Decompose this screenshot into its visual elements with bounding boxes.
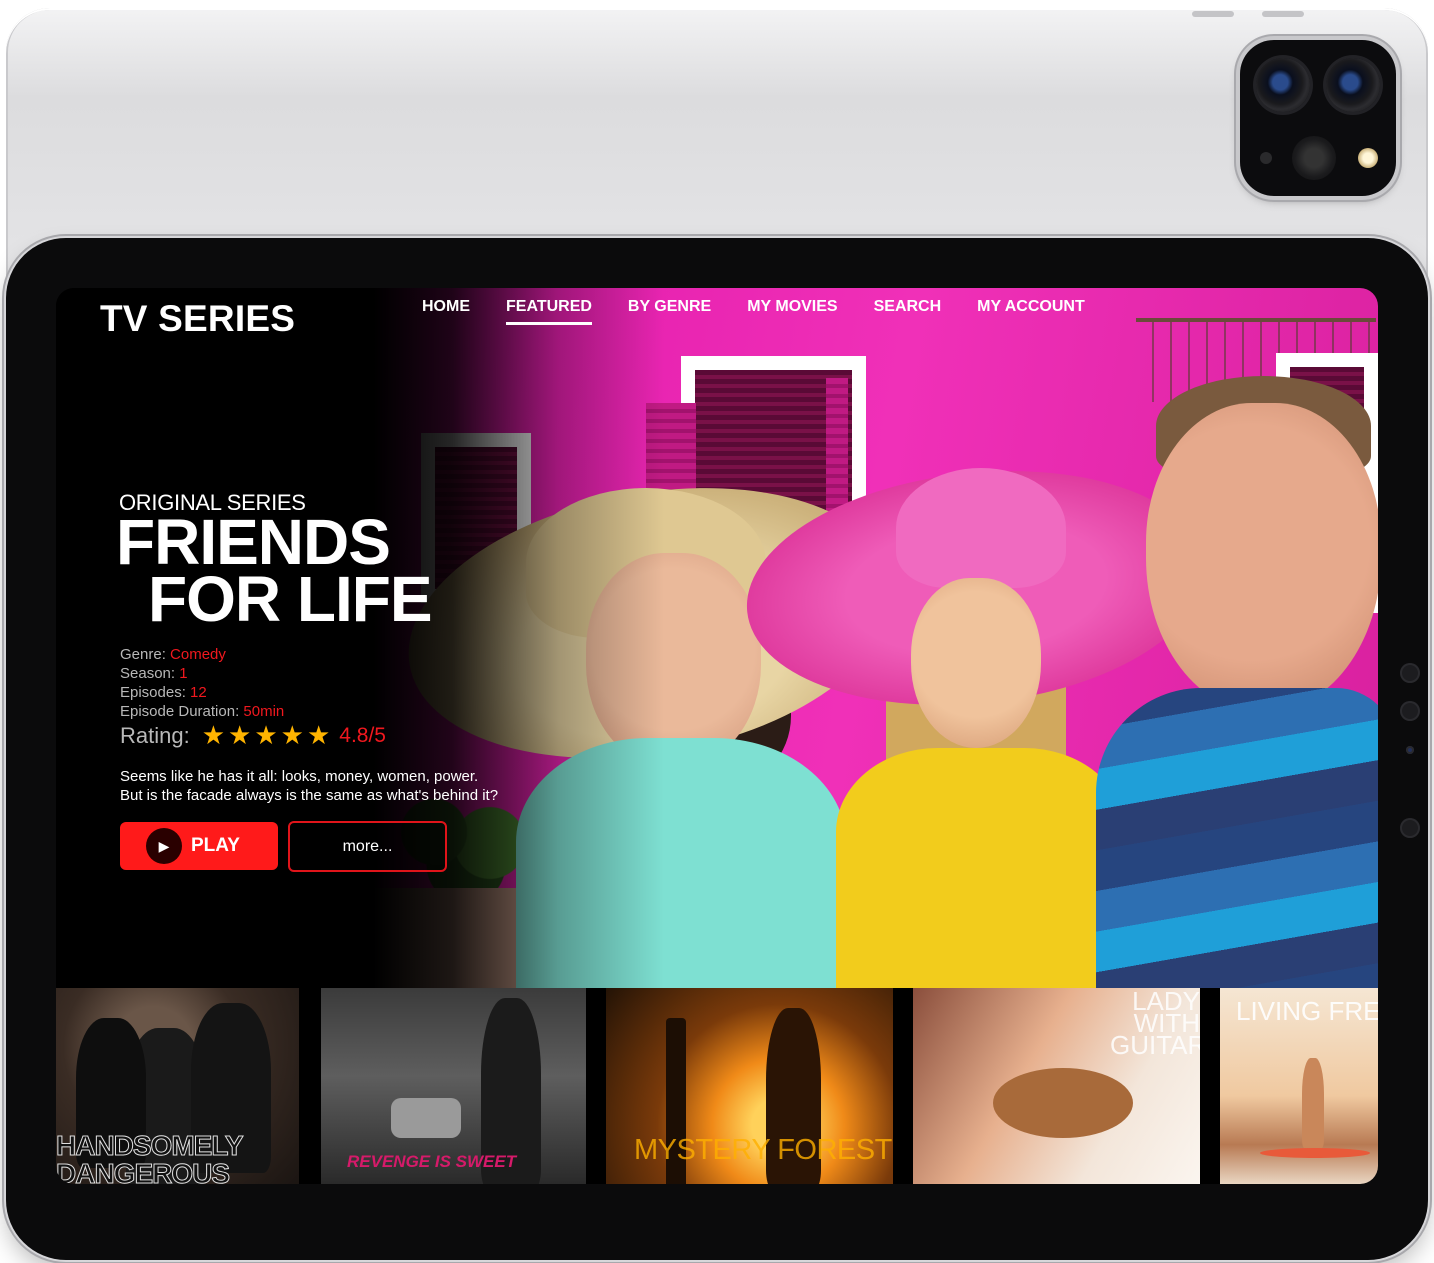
nav-by-genre[interactable]: BY GENRE	[628, 298, 711, 325]
play-icon: ▶	[146, 828, 182, 864]
flash	[1358, 148, 1378, 168]
nav-home[interactable]: HOME	[422, 298, 470, 325]
thumbnail-title: REVENGE IS SWEET	[347, 1152, 517, 1171]
thumbnail-revenge-is-sweet[interactable]: REVENGE IS SWEET	[321, 988, 586, 1184]
star-icon: ★	[228, 720, 252, 750]
volume-button	[1192, 11, 1234, 17]
meta-value: 12	[190, 684, 207, 701]
star-icon: ★	[201, 720, 226, 750]
meta-duration: Episode Duration: 50min	[120, 702, 284, 721]
lidar-sensor	[1292, 136, 1336, 180]
app-screen: TV SERIES HOME FEATURED BY GENRE MY MOVI…	[56, 288, 1378, 1184]
play-button[interactable]: ▶ PLAY	[120, 822, 278, 870]
volume-button	[1262, 11, 1304, 17]
side-button	[1400, 818, 1420, 838]
thumbnail-title: LADY WITH GUITAR	[1110, 988, 1200, 1060]
thumbnail-title: MYSTERY FOREST	[634, 1134, 892, 1166]
rating-label: Rating:	[120, 722, 190, 748]
app-title: TV SERIES	[100, 298, 296, 339]
thumbnail-title: LIVING FREE	[1236, 996, 1378, 1026]
side-button	[1400, 701, 1420, 721]
camera-lens	[1256, 58, 1310, 112]
meta-episodes: Episodes: 12	[120, 683, 284, 702]
meta-season: Season: 1	[120, 664, 284, 683]
nav-search[interactable]: SEARCH	[874, 298, 942, 325]
hero-image	[56, 288, 1378, 988]
synopsis-line: But is the facade always is the same as …	[120, 787, 499, 804]
more-button[interactable]: more...	[288, 821, 447, 872]
nav-featured[interactable]: FEATURED	[506, 298, 592, 325]
main-nav: HOME FEATURED BY GENRE MY MOVIES SEARCH …	[422, 298, 1121, 325]
rating-stars: ★ ★ ★ ★ ★	[202, 720, 334, 751]
series-meta: Genre: Comedy Season: 1 Episodes: 12 Epi…	[120, 645, 284, 721]
rating: Rating: ★ ★ ★ ★ ★ 4.8/5	[120, 720, 386, 751]
nav-my-account[interactable]: MY ACCOUNT	[977, 298, 1085, 325]
thumbnail-living-free[interactable]: LIVING FREE	[1220, 988, 1378, 1184]
meta-value: Comedy	[170, 646, 226, 663]
series-title: FRIENDS FOR LIFE	[116, 510, 433, 635]
meta-label: Episodes:	[120, 684, 186, 701]
nav-my-movies[interactable]: MY MOVIES	[747, 298, 837, 325]
synopsis-line: Seems like he has it all: looks, money, …	[120, 768, 479, 785]
camera-lens	[1326, 58, 1380, 112]
rating-value: 4.8/5	[339, 723, 386, 747]
star-icon: ★	[254, 720, 278, 750]
star-icon: ★	[280, 720, 304, 750]
meta-value: 50min	[243, 703, 285, 720]
hero-gradient	[56, 288, 1378, 988]
meta-label: Episode Duration:	[120, 703, 240, 720]
meta-label: Season:	[120, 665, 176, 682]
thumbnail-mystery-forest[interactable]: MYSTERY FOREST	[606, 988, 893, 1184]
meta-label: Genre:	[120, 646, 166, 663]
thumbnail-handsomely-dangerous[interactable]: HANDSOMELY DANGEROUS	[56, 988, 299, 1184]
synopsis: Seems like he has it all: looks, money, …	[120, 767, 560, 805]
series-title-line2: FOR LIFE	[148, 563, 433, 635]
side-sensor	[1406, 746, 1414, 754]
thumbnail-lady-with-guitar[interactable]: LADY WITH GUITAR	[913, 988, 1200, 1184]
meta-value: 1	[179, 665, 188, 682]
star-icon: ★	[306, 720, 331, 750]
meta-genre: Genre: Comedy	[120, 645, 284, 664]
camera-icon	[1240, 40, 1396, 196]
microphone	[1260, 152, 1272, 164]
side-button	[1400, 663, 1420, 683]
thumbnail-row: HANDSOMELY DANGEROUS REVENGE IS SWEET MY…	[56, 988, 1378, 1184]
play-label: PLAY	[191, 835, 240, 856]
thumbnail-title: HANDSOMELY DANGEROUS	[56, 1130, 244, 1184]
